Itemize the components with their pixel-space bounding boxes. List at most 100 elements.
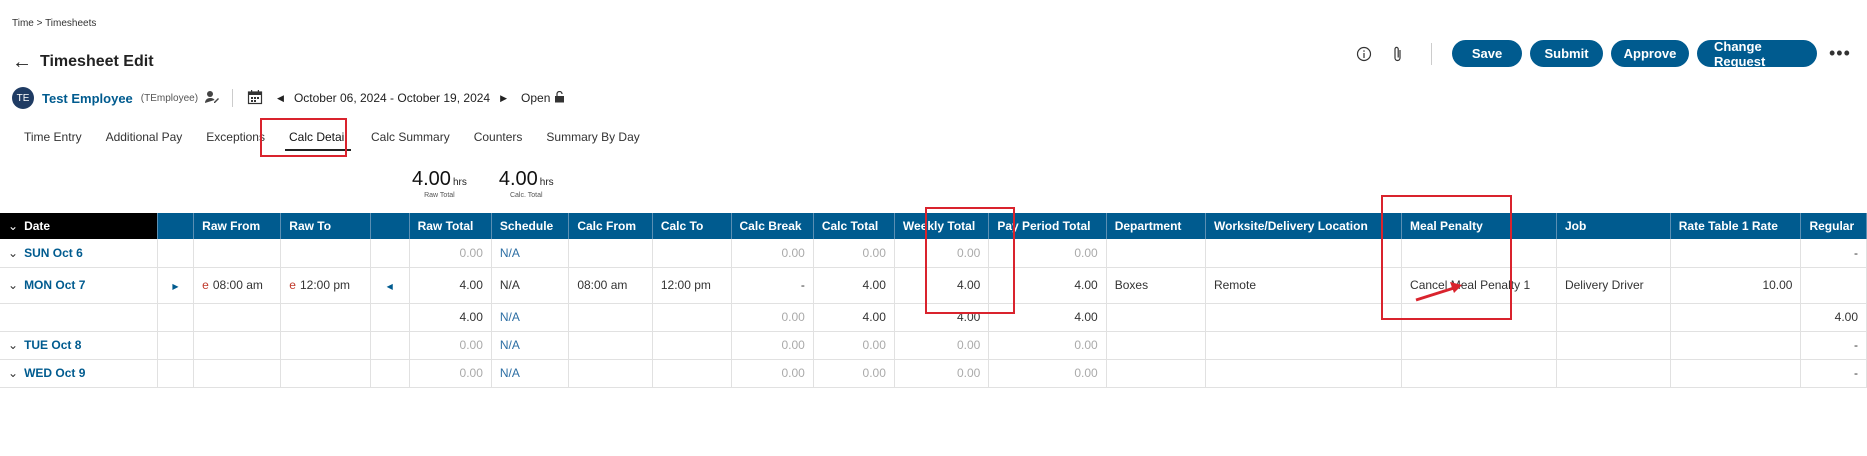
col-raw-from[interactable]: Raw From bbox=[193, 213, 282, 239]
col-calc-break[interactable]: Calc Break bbox=[731, 213, 814, 239]
expand-cell[interactable]: ▶ bbox=[157, 267, 195, 304]
expand-cell bbox=[157, 303, 195, 332]
expand-right-icon[interactable]: ▶ bbox=[172, 282, 178, 291]
collapse-all-icon[interactable]: ⌄ bbox=[8, 219, 18, 233]
attachment-icon[interactable] bbox=[1387, 43, 1409, 65]
col-raw-to[interactable]: Raw To bbox=[280, 213, 371, 239]
chevron-down-icon[interactable]: ⌄ bbox=[8, 366, 18, 380]
spacer-cell[interactable]: ◀ bbox=[370, 267, 410, 304]
chevron-down-icon[interactable]: ⌄ bbox=[8, 246, 18, 260]
worksite-cell bbox=[1205, 359, 1403, 388]
date-cell[interactable]: ⌄ MON Oct 7 bbox=[0, 267, 158, 304]
calc-break-cell: 0.00 bbox=[731, 303, 814, 332]
spacer-cell bbox=[370, 359, 410, 388]
calc-to-cell bbox=[652, 303, 732, 332]
raw-total-label: Raw Total bbox=[424, 192, 455, 199]
department-cell bbox=[1106, 331, 1206, 360]
calc-from-cell bbox=[568, 303, 653, 332]
raw-total-cell: 0.00 bbox=[409, 359, 492, 388]
col-job[interactable]: Job bbox=[1556, 213, 1671, 239]
calc-total-cell: 4.00 bbox=[813, 267, 895, 304]
raw-to-cell[interactable]: e 12:00 pm bbox=[280, 267, 371, 304]
timesheet-status: Open bbox=[521, 91, 551, 105]
date-cell[interactable]: ⌄ SUN Oct 6 bbox=[0, 239, 158, 268]
tab-summary-by-day[interactable]: Summary By Day bbox=[534, 120, 651, 153]
job-cell bbox=[1556, 359, 1671, 388]
calc-break-cell: 0.00 bbox=[731, 359, 814, 388]
date-label: TUE Oct 8 bbox=[24, 338, 82, 352]
approve-button[interactable]: Approve bbox=[1611, 40, 1689, 67]
calendar-icon[interactable] bbox=[247, 89, 263, 108]
edited-marker: e bbox=[289, 278, 296, 292]
submit-button[interactable]: Submit bbox=[1530, 40, 1603, 67]
spacer-cell bbox=[370, 303, 410, 332]
raw-total-summary: 4.00 hrs Raw Total bbox=[412, 168, 467, 199]
change-request-button[interactable]: Change Request bbox=[1697, 39, 1817, 69]
calc-total-summary: 4.00 hrs Calc. Total bbox=[499, 168, 554, 199]
schedule-cell[interactable]: N/A bbox=[491, 239, 570, 268]
raw-to-cell bbox=[280, 303, 371, 332]
info-icon[interactable] bbox=[1353, 43, 1375, 65]
expand-cell bbox=[157, 239, 195, 268]
raw-to-value: 12:00 pm bbox=[299, 278, 351, 292]
rate-cell bbox=[1670, 359, 1802, 388]
raw-total-value: 4.00 bbox=[412, 168, 451, 190]
prev-period-icon[interactable]: ◀ bbox=[277, 93, 284, 104]
tab-time-entry[interactable]: Time Entry bbox=[12, 120, 94, 153]
col-worksite[interactable]: Worksite/Delivery Location bbox=[1205, 213, 1403, 239]
calc-break-cell: 0.00 bbox=[731, 239, 814, 268]
employee-id: (TEmployee) bbox=[140, 92, 199, 104]
date-cell[interactable]: ⌄ WED Oct 9 bbox=[0, 359, 158, 388]
col-department[interactable]: Department bbox=[1106, 213, 1206, 239]
col-date[interactable]: ⌄ Date bbox=[0, 213, 158, 239]
col-expand bbox=[157, 213, 195, 239]
calc-detail-highlight-box bbox=[260, 118, 347, 157]
col-raw-total[interactable]: Raw Total bbox=[409, 213, 492, 239]
col-calc-total[interactable]: Calc Total bbox=[813, 213, 895, 239]
tab-counters[interactable]: Counters bbox=[462, 120, 535, 153]
edited-marker: e bbox=[202, 278, 209, 292]
col-date-label: Date bbox=[24, 219, 51, 233]
raw-total-unit: hrs bbox=[452, 177, 467, 188]
schedule-cell[interactable]: N/A bbox=[491, 331, 570, 360]
breadcrumb[interactable]: Time > Timesheets bbox=[12, 18, 96, 29]
col-calc-to[interactable]: Calc To bbox=[652, 213, 732, 239]
expand-cell bbox=[157, 359, 195, 388]
schedule-cell[interactable]: N/A bbox=[491, 303, 570, 332]
schedule-cell[interactable]: N/A bbox=[491, 359, 570, 388]
raw-total-cell: 0.00 bbox=[409, 239, 492, 268]
table-row: ⌄ WED Oct 9 0.00 N/A 0.00 0.00 0.00 0.00 … bbox=[0, 359, 1867, 388]
employee-row: TE Test Employee (TEmployee) ◀ October 0… bbox=[12, 87, 565, 109]
col-calc-from[interactable]: Calc From bbox=[568, 213, 653, 239]
action-bar: Save Submit Approve Change Request ••• bbox=[1353, 39, 1867, 69]
date-cell[interactable]: ⌄ TUE Oct 8 bbox=[0, 331, 158, 360]
tab-additional-pay[interactable]: Additional Pay bbox=[94, 120, 195, 153]
rate-cell bbox=[1670, 331, 1802, 360]
save-button[interactable]: Save bbox=[1452, 40, 1522, 67]
col-rate-table-1-rate[interactable]: Rate Table 1 Rate bbox=[1670, 213, 1802, 239]
raw-total-cell: 4.00 bbox=[409, 303, 492, 332]
department-cell: Boxes bbox=[1106, 267, 1206, 304]
col-schedule[interactable]: Schedule bbox=[491, 213, 570, 239]
toolbar-divider bbox=[1431, 42, 1432, 65]
next-period-icon[interactable]: ▶ bbox=[500, 93, 507, 104]
avatar: TE bbox=[12, 87, 34, 109]
employee-divider bbox=[232, 89, 234, 107]
worksite-cell bbox=[1205, 239, 1403, 268]
employee-name[interactable]: Test Employee bbox=[42, 91, 133, 106]
raw-from-cell[interactable]: e 08:00 am bbox=[193, 267, 282, 304]
expand-cell bbox=[157, 331, 195, 360]
tab-calc-summary[interactable]: Calc Summary bbox=[359, 120, 462, 153]
more-options-icon[interactable]: ••• bbox=[1829, 43, 1859, 64]
col-regular[interactable]: Regular bbox=[1800, 213, 1867, 239]
back-arrow-icon[interactable]: ← bbox=[12, 52, 32, 72]
raw-to-cell bbox=[280, 331, 371, 360]
pay-period-total-cell: 0.00 bbox=[988, 331, 1107, 360]
chevron-down-icon[interactable]: ⌄ bbox=[8, 278, 18, 292]
collapse-left-icon[interactable]: ◀ bbox=[387, 282, 393, 291]
calc-to-cell bbox=[652, 239, 732, 268]
chevron-down-icon[interactable]: ⌄ bbox=[8, 338, 18, 352]
calc-break-cell: 0.00 bbox=[731, 331, 814, 360]
employee-edit-icon[interactable] bbox=[204, 90, 220, 107]
calc-to-cell: 12:00 pm bbox=[652, 267, 732, 304]
